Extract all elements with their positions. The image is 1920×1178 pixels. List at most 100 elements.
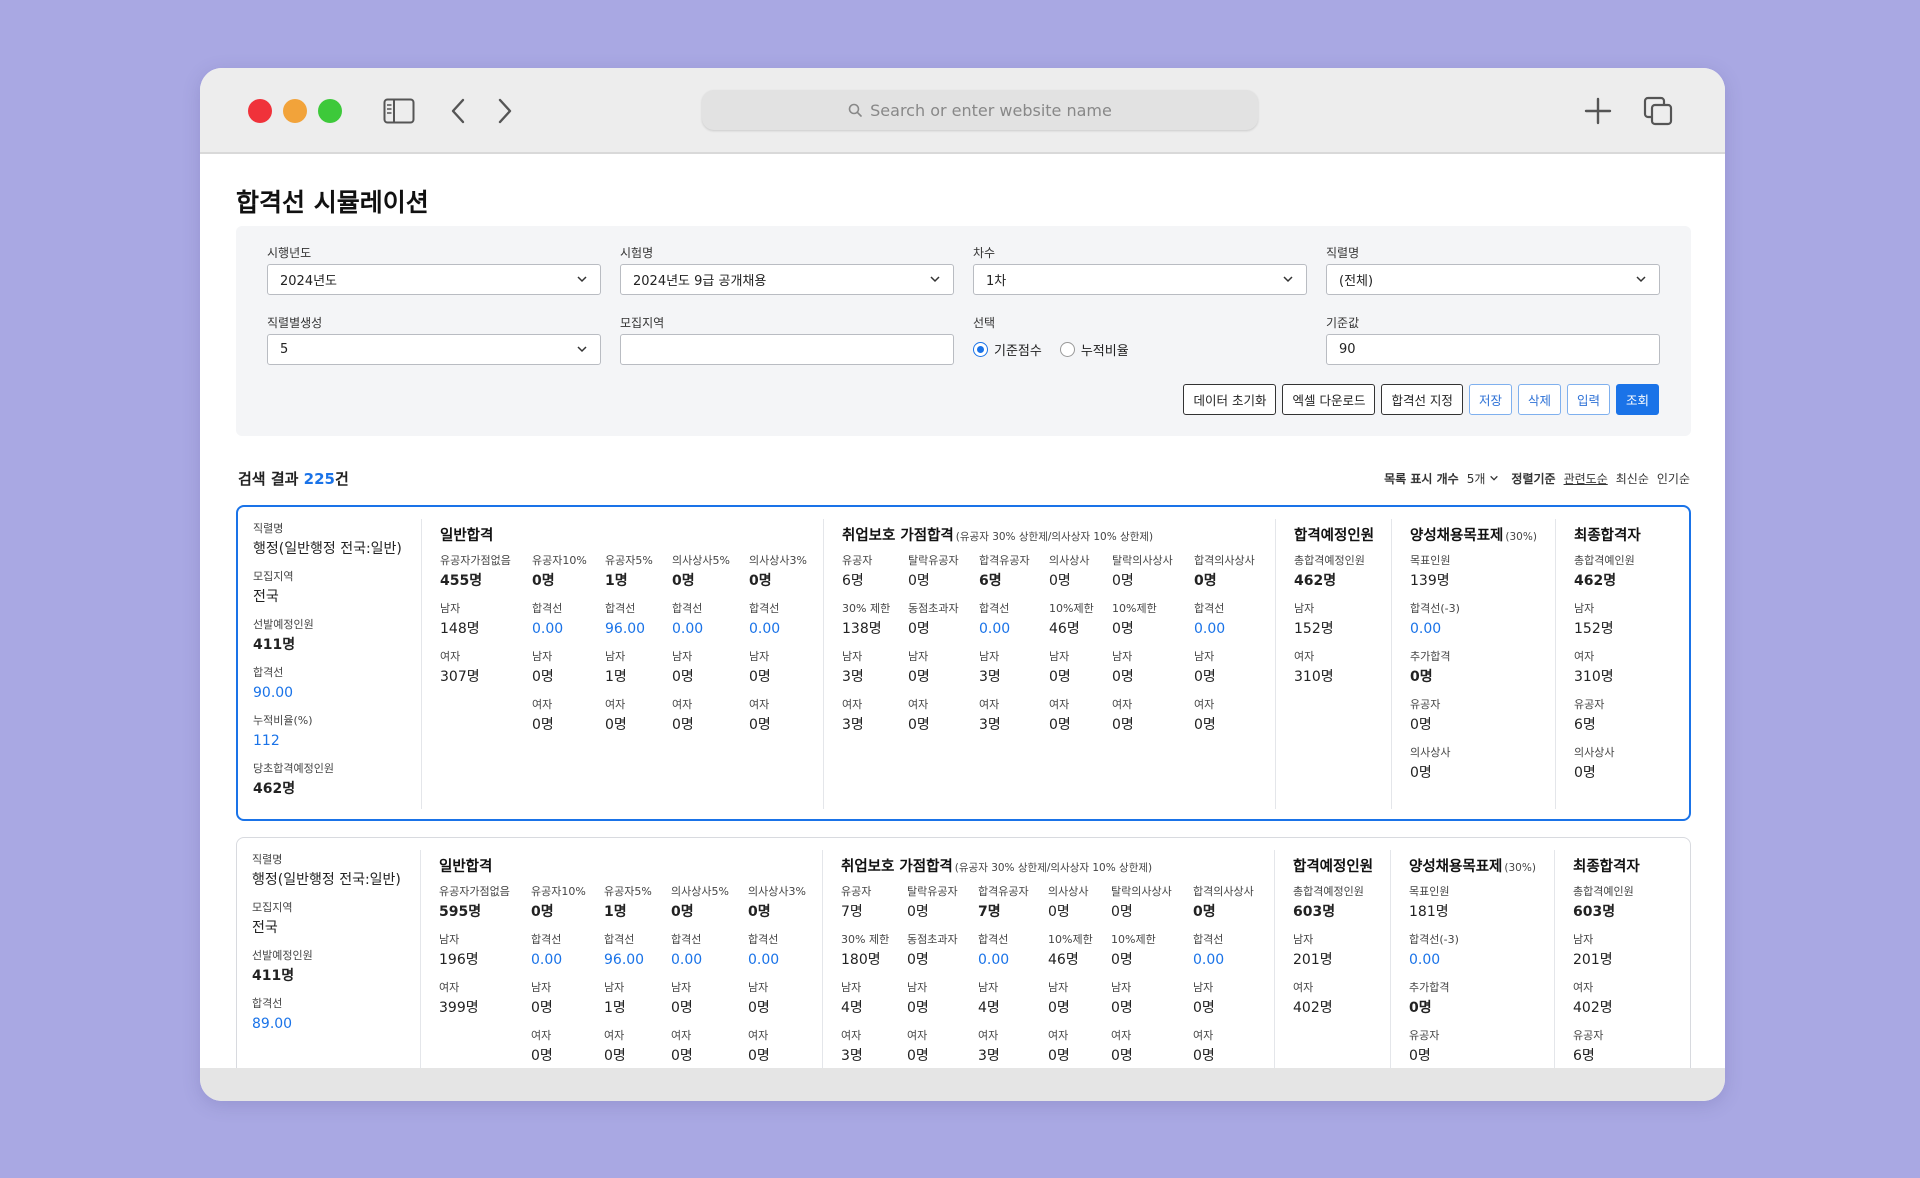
gender-target-value: 0명 — [1409, 1000, 1432, 1016]
general-label: 여자 — [749, 698, 770, 711]
general-label: 여자 — [672, 698, 693, 711]
minimize-window-button[interactable] — [283, 99, 307, 123]
employment-label: 남자 — [1111, 981, 1132, 994]
employment-value: 0명 — [907, 1048, 929, 1064]
excel-download-button[interactable]: 엑셀 다운로드 — [1282, 384, 1376, 415]
address-bar[interactable]: Search or enter website name — [702, 90, 1258, 130]
back-icon[interactable] — [445, 94, 471, 128]
employment-cell: 동점초과자 0명 — [907, 933, 987, 971]
employment-label: 합격의사상사 — [1193, 885, 1254, 898]
employment-cell: 여자 0명 — [1111, 1029, 1191, 1067]
employment-cell: 여자 0명 — [1112, 698, 1192, 736]
plan-label: 남자 — [1294, 602, 1315, 615]
set-passline-button[interactable]: 합격선 지정 — [1381, 384, 1463, 415]
final-cell: 유공자 6명 — [1574, 698, 1654, 736]
radio-base-score[interactable]: 기준점수 — [973, 340, 1042, 359]
gender-target-label: 유공자 — [1409, 1029, 1440, 1042]
exam-select[interactable]: 2024년도 9급 공개채용 — [620, 264, 954, 295]
plan-cell: 총합격예정인원 603명 — [1293, 885, 1373, 923]
sort-popular[interactable]: 인기순 — [1657, 470, 1690, 487]
final-value: 6명 — [1574, 717, 1596, 733]
forward-icon[interactable] — [492, 94, 518, 128]
sidebar-icon[interactable] — [382, 94, 416, 128]
plan-cell: 총합격예정인원 462명 — [1294, 554, 1374, 592]
general-value: 0명 — [748, 1000, 770, 1016]
plan-cell: 여자 402명 — [1293, 981, 1373, 1019]
general-label: 합격선 — [749, 602, 780, 615]
gender-target-cell: 유공자 0명 — [1409, 1029, 1489, 1067]
base-input[interactable]: 90 — [1326, 334, 1660, 365]
tabs-icon[interactable] — [1640, 94, 1676, 128]
gender-select[interactable]: 5 — [267, 334, 601, 365]
region-input[interactable] — [620, 334, 954, 365]
general-label: 여자 — [531, 1029, 552, 1042]
save-button[interactable]: 저장 — [1468, 384, 1512, 415]
employment-value: 0명 — [1194, 669, 1216, 685]
sort-controls: 목록 표시 개수 5개 정렬기준 관련도순 최신순 인기순 — [1384, 470, 1690, 487]
general-cell: 의사상사3% 0명 — [748, 885, 828, 923]
sort-relevance[interactable]: 관련도순 — [1564, 470, 1608, 487]
employment-cell: 합격선 0.00 — [979, 602, 1059, 640]
employment-value: 0명 — [908, 621, 930, 637]
summary-item: 선발예정인원 411명 — [253, 618, 413, 666]
employment-cell: 남자 0명 — [908, 650, 988, 688]
general-cell: 남자 0명 — [749, 650, 829, 688]
search-button[interactable]: 조회 — [1615, 384, 1659, 415]
general-label: 여자 — [440, 650, 461, 663]
general-value: 0명 — [531, 904, 554, 920]
general-value: 148명 — [440, 621, 480, 637]
employment-label: 탈락유공자 — [907, 885, 958, 898]
general-label: 합격선 — [671, 933, 702, 946]
final-value: 462명 — [1574, 573, 1617, 589]
reset-data-button[interactable]: 데이터 초기화 — [1183, 384, 1277, 415]
summary-item: 당초합격예정인원 462명 — [253, 762, 413, 810]
section-divider — [1555, 519, 1556, 809]
chevron-down-icon — [1283, 276, 1293, 283]
job-select[interactable]: (전체) — [1326, 264, 1660, 295]
close-window-button[interactable] — [248, 99, 272, 123]
general-cell: 여자 307명 — [440, 650, 520, 688]
radio-cumulative-ratio[interactable]: 누적비율 — [1059, 340, 1129, 359]
sort-latest[interactable]: 최신순 — [1616, 470, 1649, 487]
employment-cell: 탈락의사상사 0명 — [1112, 554, 1192, 592]
gender-filter: 직렬별생성 5 — [267, 314, 601, 365]
chevron-down-icon — [577, 346, 587, 353]
general-value: 0.00 — [531, 952, 563, 968]
final-value: 6명 — [1573, 1048, 1595, 1064]
result-card[interactable]: 직렬명 행정(일반행정 전국:일반) 모집지역 전국 선발예정인원 411명 합격선 90.0… — [236, 505, 1691, 821]
result-card[interactable]: 직렬명 행정(일반행정 전국:일반) 모집지역 전국 선발예정인원 411명 합격선 89.0… — [236, 837, 1691, 1068]
choice-filter: 선택 기준점수 누적비율 — [973, 314, 1307, 365]
employment-label: 합격의사상사 — [1194, 554, 1255, 567]
employment-cell: 여자 0명 — [1193, 1029, 1273, 1067]
plus-icon[interactable] — [1580, 94, 1616, 128]
year-select[interactable]: 2024년도 — [267, 264, 601, 295]
general-label: 의사상사3% — [749, 554, 807, 567]
final-label: 유공자 — [1573, 1029, 1604, 1042]
general-cell: 남자 148명 — [440, 602, 520, 640]
general-title-text: 일반합격 — [439, 859, 493, 875]
employment-cell: 탈락의사상사 0명 — [1111, 885, 1191, 923]
maximize-window-button[interactable] — [318, 99, 342, 123]
general-value: 0명 — [531, 1000, 553, 1016]
general-value: 399명 — [439, 1000, 479, 1016]
general-cell: 합격선 0.00 — [671, 933, 751, 971]
round-select[interactable]: 1차 — [973, 264, 1307, 295]
summary-item: 모집지역 전국 — [253, 570, 413, 618]
result-count-prefix: 검색 결과 — [238, 469, 304, 488]
year-filter: 시행년도 2024년도 — [267, 244, 601, 295]
general-label: 남자 — [749, 650, 770, 663]
employment-value: 3명 — [978, 1048, 1000, 1064]
final-cell: 남자 152명 — [1574, 602, 1654, 640]
list-count-select[interactable]: 5개 — [1467, 470, 1500, 487]
delete-button[interactable]: 삭제 — [1517, 384, 1561, 415]
general-cell: 여자 0명 — [532, 698, 612, 736]
employment-title: 취업보호 가점합격 (유공자 30% 상한제/의사상자 10% 상한제) — [841, 855, 1152, 876]
general-value: 0명 — [749, 717, 771, 733]
employment-label: 10%제한 — [1111, 933, 1156, 946]
general-label: 합격선 — [672, 602, 703, 615]
input-button[interactable]: 입력 — [1566, 384, 1610, 415]
summary-value: 112 — [253, 733, 280, 749]
employment-cell: 남자 0명 — [1112, 650, 1192, 688]
employment-cell: 남자 0명 — [1193, 981, 1273, 1019]
summary-value: 전국 — [253, 589, 279, 605]
